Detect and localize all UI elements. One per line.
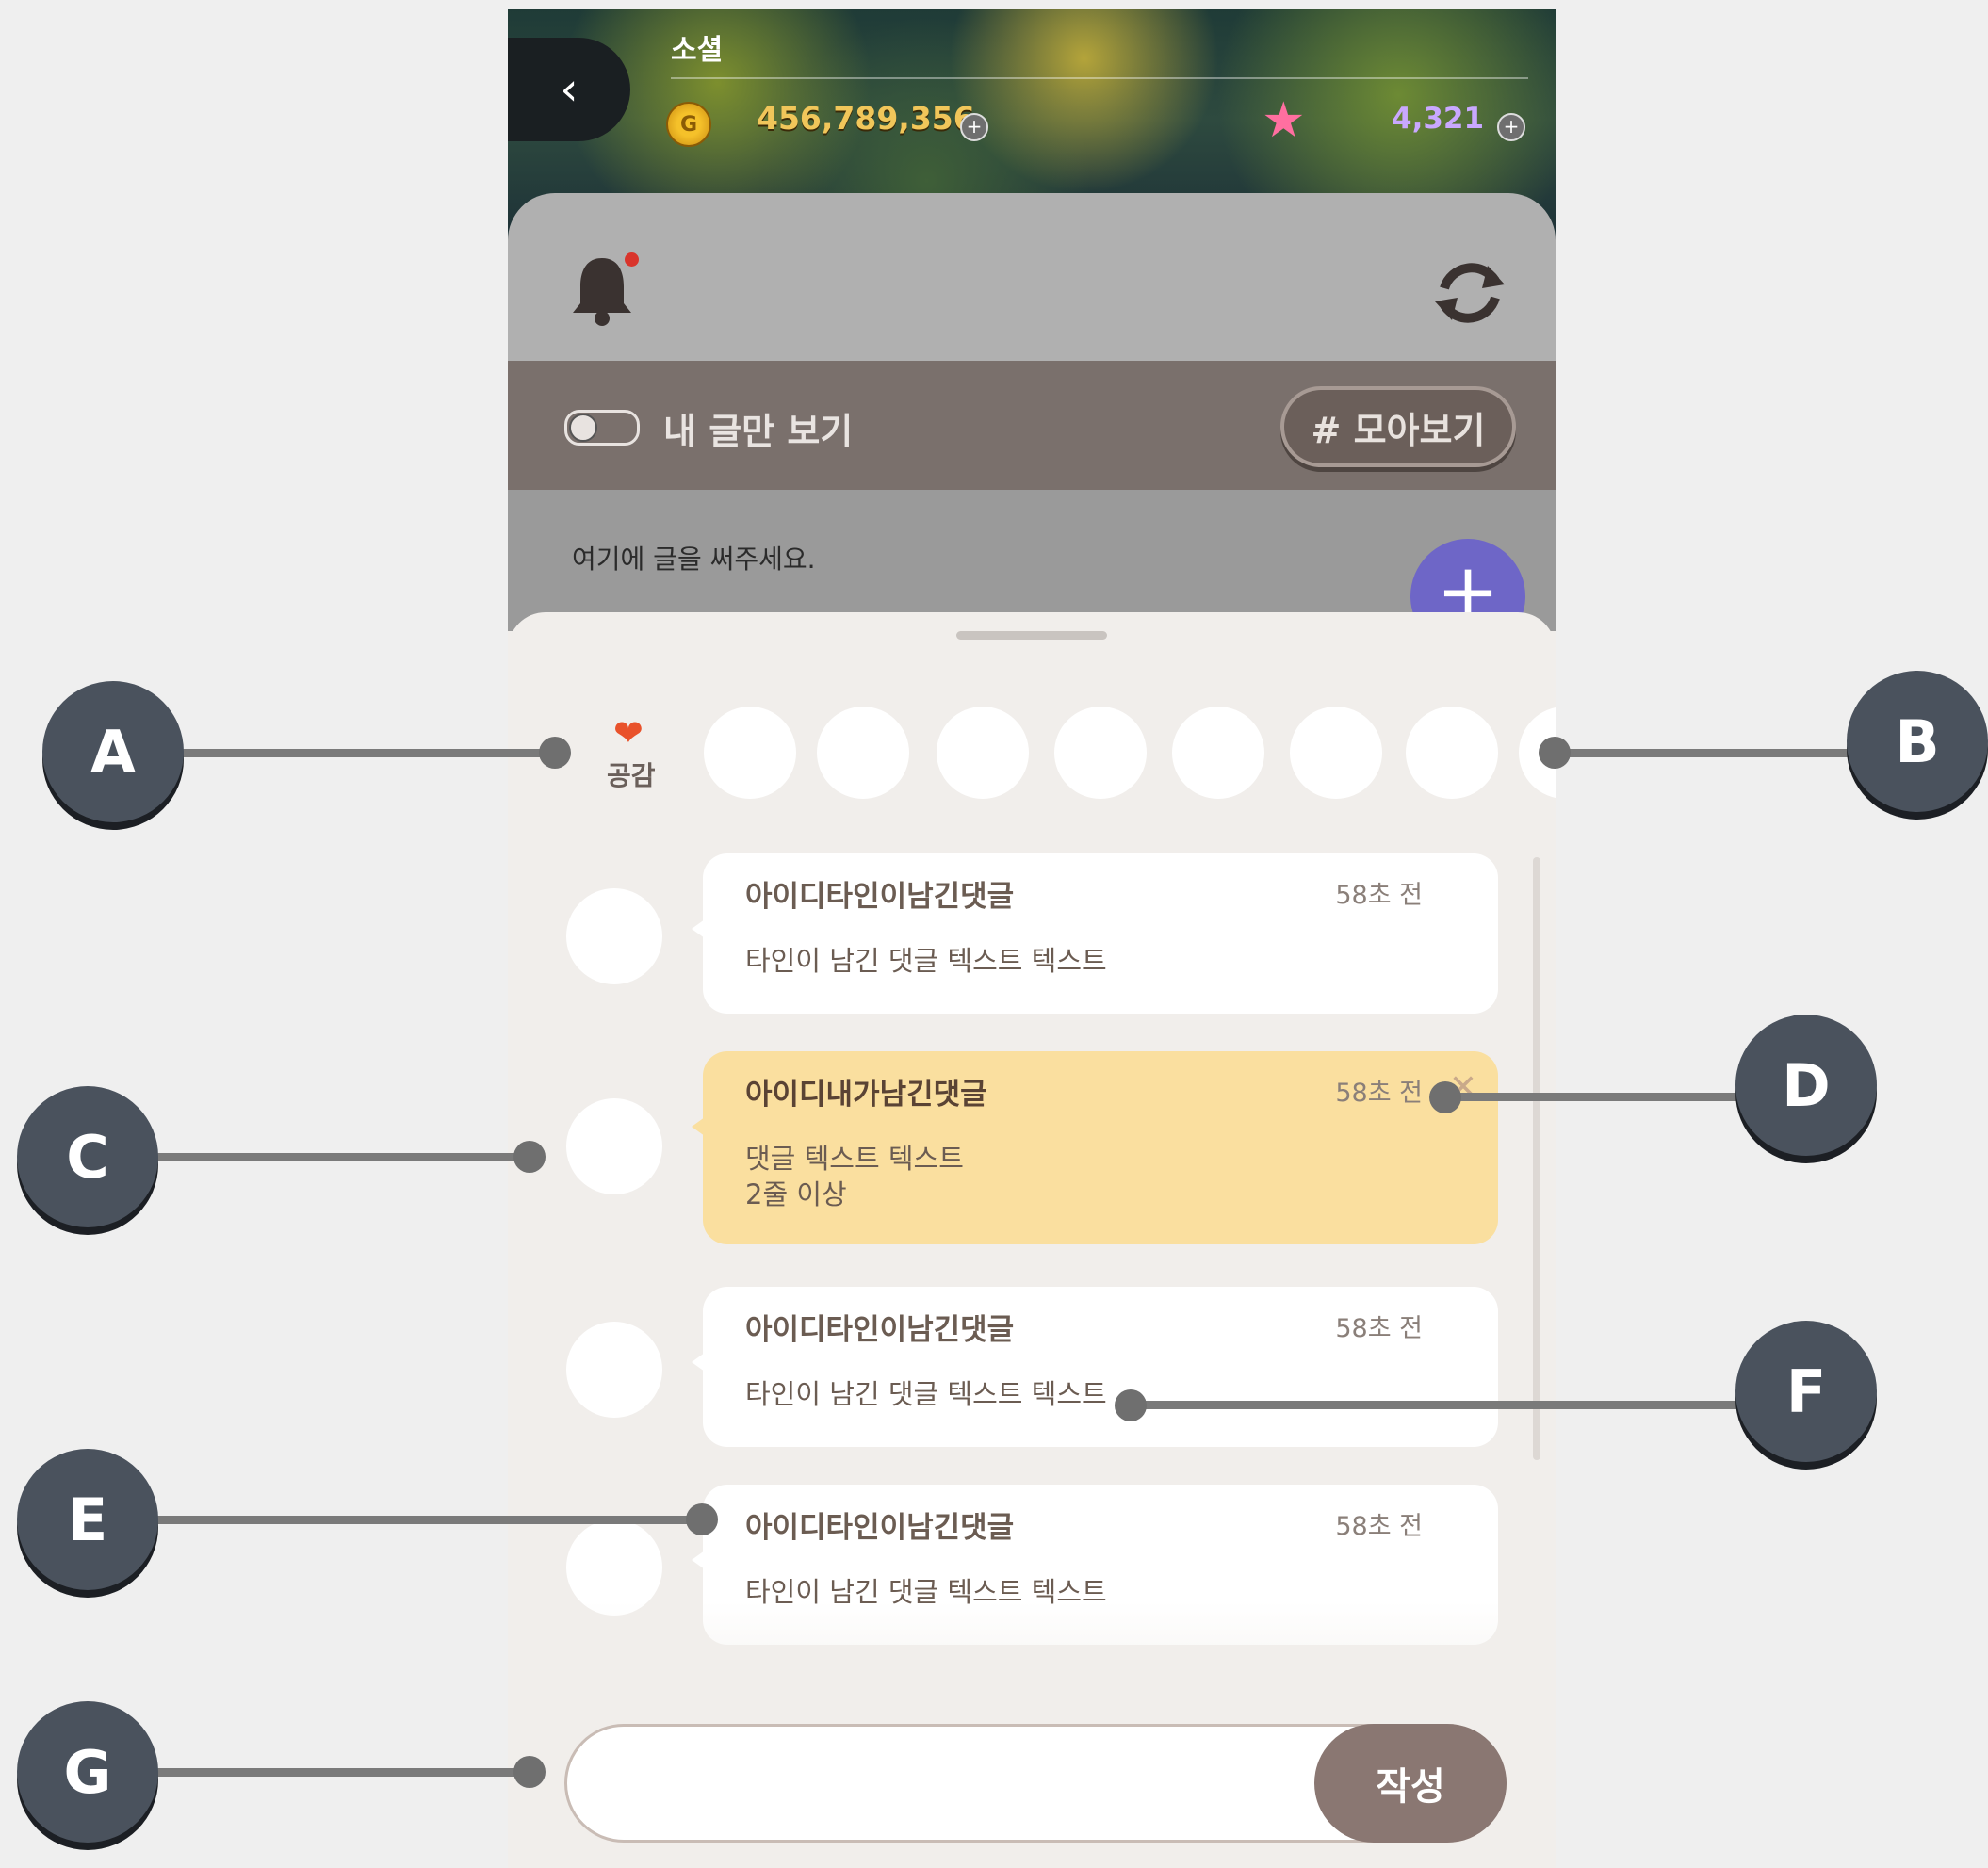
callout-f-line <box>1131 1401 1752 1409</box>
reaction-slot[interactable] <box>1172 707 1264 799</box>
reaction-slot[interactable] <box>937 707 1029 799</box>
hashtag-collection-button[interactable]: # 모아보기 <box>1280 386 1516 467</box>
callout-a-dot <box>539 737 571 769</box>
avatar[interactable] <box>566 1322 662 1418</box>
toggle-knob <box>569 414 597 442</box>
comment-time: 58초 전 <box>1335 1079 1423 1108</box>
callout-b: B <box>1847 671 1988 812</box>
callout-g-dot <box>513 1756 546 1788</box>
submit-comment-button[interactable]: 작성 <box>1314 1724 1507 1843</box>
page-title: 소셜 <box>671 34 724 67</box>
reaction-slot[interactable] <box>1406 707 1498 799</box>
callout-a-line <box>179 749 556 757</box>
callout-c: C <box>17 1086 158 1227</box>
callout-d: D <box>1735 1015 1877 1156</box>
callout-g: G <box>17 1701 158 1843</box>
comment-bubble: 아이디타인이남긴댓글 58초 전 타인이 남긴 댓글 텍스트 텍스트 <box>692 1287 1498 1447</box>
gold-coin-icon: G <box>666 102 711 147</box>
my-comment-bubble: 아이디내가남긴댓글 58초 전 ✕ 댓글 텍스트 텍스트 2줄 이상 <box>692 1051 1498 1244</box>
refresh-icon[interactable] <box>1429 252 1510 333</box>
rainbow-star-icon: ★ <box>1262 92 1306 149</box>
add-gold-button[interactable]: + <box>960 113 988 141</box>
callout-c-line <box>151 1153 537 1161</box>
comment-text: 타인이 남긴 댓글 텍스트 텍스트 <box>745 1378 1107 1410</box>
reaction-label: 공감 <box>607 760 656 791</box>
gem-amount: 4,321 <box>1392 102 1485 136</box>
comment-bubble: 아이디타인이남긴댓글 58초 전 타인이 남긴 댓글 텍스트 텍스트 <box>692 853 1498 1014</box>
comment-sheet: ❤ 공감 아이디타인이남긴댓글 58초 전 타인이 남긴 댓글 텍스트 텍스트 … <box>508 612 1556 1868</box>
callout-f: F <box>1735 1321 1877 1462</box>
callout-d-dot <box>1429 1081 1461 1113</box>
callout-f-dot <box>1115 1389 1147 1421</box>
heart-icon[interactable]: ❤ <box>613 712 644 754</box>
callout-e: E <box>17 1449 158 1590</box>
my-posts-toggle-label: 내 글만 보기 <box>663 411 854 452</box>
gold-amount: 456,789,356 <box>757 100 975 137</box>
avatar[interactable] <box>566 1098 662 1194</box>
comment-text: 댓글 텍스트 텍스트 2줄 이상 <box>745 1143 964 1210</box>
callout-e-line <box>151 1516 707 1524</box>
callout-g-line <box>151 1768 537 1777</box>
reaction-slot[interactable] <box>1054 707 1147 799</box>
callout-b-line <box>1555 749 1866 757</box>
comment-author: 아이디내가남긴댓글 <box>745 1078 987 1112</box>
callout-e-dot <box>686 1503 718 1535</box>
reaction-slot[interactable] <box>1290 707 1382 799</box>
comment-time: 58초 전 <box>1335 1512 1423 1541</box>
reaction-slot[interactable] <box>817 707 909 799</box>
avatar[interactable] <box>566 888 662 984</box>
callout-a: A <box>42 681 184 822</box>
comment-author: 아이디타인이남긴댓글 <box>745 1511 1015 1545</box>
my-posts-toggle[interactable] <box>564 410 640 446</box>
notification-dot <box>625 252 639 267</box>
comment-time: 58초 전 <box>1335 881 1423 910</box>
comment-author: 아이디타인이남긴댓글 <box>745 1313 1015 1347</box>
reaction-slot[interactable] <box>704 707 796 799</box>
comment-time: 58초 전 <box>1335 1314 1423 1343</box>
notification-panel <box>508 193 1556 367</box>
comment-scrollbar[interactable] <box>1533 857 1540 1460</box>
add-gem-button[interactable]: + <box>1497 113 1525 141</box>
comment-author: 아이디타인이남긴댓글 <box>745 880 1015 914</box>
callout-c-dot <box>513 1141 546 1173</box>
title-divider <box>671 77 1528 79</box>
back-arrow-icon: ‹ <box>560 63 578 116</box>
callout-b-dot <box>1539 737 1571 769</box>
comment-text: 타인이 남긴 댓글 텍스트 텍스트 <box>745 945 1107 977</box>
compose-placeholder: 여기에 글을 써주세요. <box>572 544 816 575</box>
callout-d-line <box>1446 1093 1757 1101</box>
back-button[interactable]: ‹ <box>508 38 630 141</box>
sheet-drag-handle[interactable] <box>956 631 1107 640</box>
social-screen: ‹ 소셜 G 456,789,356 + ★ 4,321 + 내 글만 보기 #… <box>508 9 1556 1868</box>
